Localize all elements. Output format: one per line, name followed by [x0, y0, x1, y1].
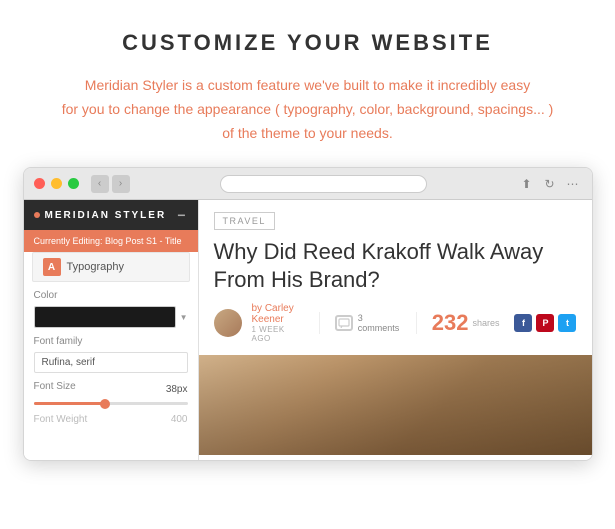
meta-divider-2 [416, 312, 417, 334]
post-date: 1 WEEK AGO [252, 325, 304, 343]
browser-share-icon[interactable]: ⬆ [518, 175, 536, 193]
styler-title-text: MERIDIAN STYLER [45, 210, 167, 221]
browser-content: MERIDIAN STYLER − Currently Editing: Blo… [24, 200, 592, 460]
comment-icon [335, 315, 353, 331]
browser-toolbar: ‹ › ⬆ ↻ ⋯ [24, 168, 592, 200]
blog-meta: by Carley Keener 1 WEEK AGO 3 comments [199, 303, 592, 355]
typography-label: Typography [67, 261, 124, 273]
social-icons: f P t [514, 314, 576, 332]
browser-url-bar[interactable] [220, 175, 427, 193]
browser-dot-red[interactable] [34, 178, 45, 189]
page-wrapper: CUSTOMIZE YOUR WEBSITE Meridian Styler i… [0, 0, 615, 481]
section-description: Meridian Styler is a custom feature we'v… [62, 74, 554, 145]
font-size-row: Font Size 38px [24, 381, 198, 414]
facebook-icon[interactable]: f [514, 314, 532, 332]
color-label: Color [34, 290, 188, 301]
font-weight-value: 400 [171, 414, 188, 425]
author-avatar [214, 309, 242, 337]
pinterest-icon[interactable]: P [536, 314, 554, 332]
travel-tag: TRAVEL [214, 212, 275, 230]
color-bar[interactable] [34, 306, 176, 328]
shares-section: 232 shares [432, 310, 500, 336]
color-arrow-icon[interactable]: ▼ [180, 313, 188, 322]
browser-menu-icon[interactable]: ⋯ [564, 175, 582, 193]
styler-accent-dot [34, 212, 40, 218]
blog-image [199, 355, 592, 455]
page-title: CUSTOMIZE YOUR WEBSITE [122, 30, 493, 56]
browser-dot-yellow[interactable] [51, 178, 62, 189]
shares-number: 232 [432, 310, 469, 336]
browser-refresh-icon[interactable]: ↻ [541, 175, 559, 193]
font-size-label: Font Size [34, 381, 76, 392]
browser-nav: ‹ › [91, 175, 130, 193]
slider-fill [34, 402, 103, 405]
font-size-slider[interactable] [34, 402, 188, 405]
typography-row[interactable]: A Typography [32, 252, 190, 282]
font-size-value: 38px [166, 384, 188, 395]
font-weight-label: Font Weight [34, 414, 88, 425]
color-section: Color ▼ [24, 290, 198, 336]
blog-content: TRAVEL Why Did Reed Krakoff Walk Away Fr… [199, 200, 592, 460]
styler-header-title: MERIDIAN STYLER [34, 210, 167, 221]
currently-editing-label: Currently Editing: Blog Post S1 - Title [24, 230, 198, 252]
shares-label: shares [472, 318, 499, 328]
twitter-icon[interactable]: t [558, 314, 576, 332]
font-family-section: Font family [24, 336, 198, 381]
browser-dot-green[interactable] [68, 178, 79, 189]
author-info: by Carley Keener 1 WEEK AGO [252, 303, 304, 343]
color-picker-row: ▼ [34, 306, 188, 328]
font-family-input[interactable] [34, 352, 188, 373]
browser-actions: ⬆ ↻ ⋯ [518, 175, 582, 193]
comments-section: 3 comments [335, 313, 402, 333]
browser-back-button[interactable]: ‹ [91, 175, 109, 193]
styler-collapse-button[interactable]: − [177, 207, 187, 223]
comments-count: 3 comments [358, 313, 401, 333]
author-name: by Carley Keener [252, 303, 304, 325]
font-family-label: Font family [34, 336, 188, 347]
browser-forward-button[interactable]: › [112, 175, 130, 193]
browser-mockup: ‹ › ⬆ ↻ ⋯ MERIDIAN STYLER − [23, 167, 593, 461]
typography-icon: A [43, 258, 61, 276]
font-weight-section: Font Weight 400 [24, 414, 198, 425]
meta-divider [319, 312, 320, 334]
styler-header: MERIDIAN STYLER − [24, 200, 198, 230]
browser-url-area [136, 175, 512, 193]
blog-title: Why Did Reed Krakoff Walk Away From His … [199, 238, 592, 303]
slider-thumb[interactable] [100, 399, 110, 409]
styler-panel: MERIDIAN STYLER − Currently Editing: Blo… [24, 200, 199, 460]
